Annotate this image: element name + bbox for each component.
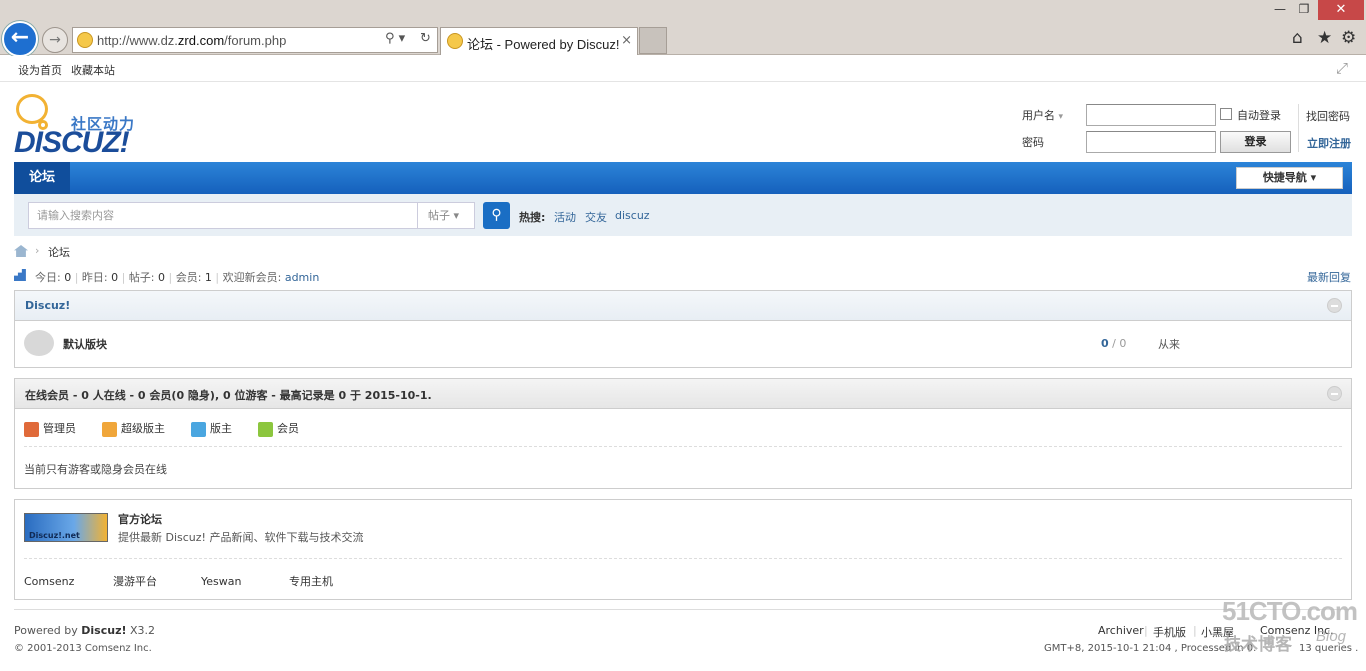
breadcrumb-current[interactable]: 论坛 <box>48 244 70 260</box>
username-field[interactable] <box>1086 104 1216 126</box>
hot-search-label: 热搜: <box>519 211 546 224</box>
mobile-link[interactable]: 手机版 <box>1153 624 1186 640</box>
tab-close-icon[interactable]: × <box>621 33 632 48</box>
back-button[interactable]: ← <box>2 21 38 57</box>
top-links-bar: 设为首页 收藏本站 ⤢ <box>0 56 1366 82</box>
links-divider <box>24 558 1342 559</box>
role-super-moderator: 超级版主 <box>102 420 165 437</box>
friend-links-box: Discuz!.net 官方论坛 提供最新 Discuz! 产品新闻、软件下载与… <box>14 499 1352 600</box>
forum-category-box: Discuz! 默认版块 0 / 0 从来 <box>14 290 1352 368</box>
official-forum-desc: 提供最新 Discuz! 产品新闻、软件下载与技术交流 <box>118 531 364 544</box>
url-prefix: http://www.dz. <box>97 33 178 48</box>
minimize-button[interactable]: — <box>1270 0 1290 20</box>
moderator-user-icon <box>191 421 206 437</box>
online-divider <box>24 446 1342 447</box>
hot-search-link[interactable]: 交友 <box>585 209 607 225</box>
admin-user-icon <box>24 421 39 437</box>
hot-search-link[interactable]: 活动 <box>554 209 576 225</box>
discuz-net-banner[interactable]: Discuz!.net <box>24 513 108 542</box>
forum-last-post: 从来 <box>1158 338 1180 351</box>
role-member: 会员 <box>258 420 299 437</box>
role-admin: 管理员 <box>24 420 76 437</box>
main-nav: 论坛 快捷导航 ▾ <box>14 162 1352 194</box>
archiver-link[interactable]: Archiver <box>1098 624 1144 637</box>
watermark-sub: 技术博客 <box>1224 635 1292 655</box>
maximize-button[interactable]: ❐ <box>1294 0 1314 20</box>
footer-separator: | <box>1144 624 1148 637</box>
forgot-password-link[interactable]: 找回密码 <box>1306 108 1350 124</box>
auto-login-label[interactable]: 自动登录 <box>1237 107 1281 123</box>
expand-icon[interactable]: ⤢ <box>1336 59 1348 77</box>
home-icon[interactable]: ⌂ <box>1292 28 1303 48</box>
text-link[interactable]: Comsenz <box>24 575 74 588</box>
home-breadcrumb-icon[interactable] <box>14 245 28 257</box>
category-header: Discuz! <box>15 291 1351 321</box>
footer-divider <box>14 609 1352 610</box>
address-url[interactable]: http://www.dz.zrd.com/forum.php <box>97 33 286 48</box>
browser-chrome: ← → http://www.dz.zrd.com/forum.php ⚲ ▾ … <box>0 0 1366 57</box>
collapse-icon[interactable] <box>1327 298 1342 313</box>
password-label: 密码 <box>1022 136 1044 149</box>
forward-button[interactable]: → <box>42 27 68 53</box>
search-type-select[interactable]: 帖子 ▾ <box>417 202 475 229</box>
username-label[interactable]: 用户名 ▾ <box>1022 107 1063 123</box>
discuz-link[interactable]: Discuz! <box>81 624 126 637</box>
set-homepage-link[interactable]: 设为首页 <box>18 62 62 78</box>
watermark-blog: Blog <box>1316 628 1347 645</box>
search-input[interactable]: 请输入搜索内容 <box>28 202 418 229</box>
forum-counts: 0 / 0 <box>1101 337 1127 350</box>
site-favicon-icon <box>77 32 93 48</box>
footer-separator: | <box>1193 624 1197 637</box>
tab-title: 论坛 - Powered by Discuz! <box>467 37 620 52</box>
tools-gear-icon[interactable]: ⚙ <box>1341 28 1356 48</box>
tab-favicon-icon <box>447 33 463 49</box>
search-button[interactable]: ⚲ <box>483 202 510 229</box>
site-logo[interactable]: DISCUZ! <box>14 126 130 160</box>
official-forum-link[interactable]: 官方论坛 <box>118 511 162 527</box>
powered-by: Powered by Discuz! X3.2 <box>14 624 156 637</box>
newest-member-link[interactable]: admin <box>285 271 319 284</box>
url-domain: zrd.com <box>177 33 225 48</box>
close-window-button[interactable]: ✕ <box>1318 0 1364 20</box>
latest-replies-link[interactable]: 最新回复 <box>1307 269 1351 285</box>
register-link[interactable]: 立即注册 <box>1307 135 1351 151</box>
text-link[interactable]: 专用主机 <box>289 573 333 589</box>
online-title[interactable]: 在线会员 - 0 人在线 - 0 会员(0 隐身), 0 位游客 - 最高记录是… <box>25 387 432 403</box>
new-tab-button[interactable] <box>639 27 667 54</box>
stats-chart-icon <box>14 269 26 281</box>
text-link[interactable]: 漫游平台 <box>113 573 157 589</box>
text-link[interactable]: Yeswan <box>201 575 241 588</box>
refresh-icon[interactable]: ↻ <box>420 31 431 46</box>
address-search-icon[interactable]: ⚲ ▾ <box>385 31 405 46</box>
copyright: © 2001-2013 Comsenz Inc. <box>14 643 152 654</box>
category-title[interactable]: Discuz! <box>25 299 70 312</box>
online-empty-text: 当前只有游客或隐身会员在线 <box>24 463 167 476</box>
breadcrumb-separator: › <box>35 244 40 257</box>
tab-forum[interactable]: 论坛 - Powered by Discuz! × <box>440 27 638 55</box>
quick-nav-button[interactable]: 快捷导航 ▾ <box>1236 167 1343 189</box>
url-path: /forum.php <box>224 33 287 48</box>
member-user-icon <box>258 421 273 437</box>
role-moderator: 版主 <box>191 420 232 437</box>
online-header: 在线会员 - 0 人在线 - 0 会员(0 隐身), 0 位游客 - 最高记录是… <box>15 379 1351 409</box>
hot-search-link[interactable]: discuz <box>615 209 650 222</box>
address-bar[interactable]: http://www.dz.zrd.com/forum.php ⚲ ▾ ↻ <box>72 27 438 53</box>
login-divider <box>1298 104 1299 152</box>
watermark: 51CTO.com <box>1222 596 1358 626</box>
forum-name-link[interactable]: 默认版块 <box>63 336 107 352</box>
favorites-star-icon[interactable]: ★ <box>1317 28 1332 48</box>
auto-login-checkbox[interactable] <box>1220 108 1232 120</box>
forum-stats: 今日: 0 | 昨日: 0 | 帖子: 0 | 会员: 1 | 欢迎新会员: a… <box>35 271 320 284</box>
collapse-icon[interactable] <box>1327 386 1342 401</box>
forum-bubble-icon <box>24 330 54 356</box>
password-field[interactable] <box>1086 131 1216 153</box>
login-button[interactable]: 登录 <box>1220 131 1291 153</box>
bookmark-site-link[interactable]: 收藏本站 <box>71 62 115 78</box>
search-bar: 请输入搜索内容 帖子 ▾ ⚲ 热搜: 活动 交友 discuz <box>14 194 1352 236</box>
nav-item-forum[interactable]: 论坛 <box>14 162 70 194</box>
super-moderator-user-icon <box>102 421 117 437</box>
